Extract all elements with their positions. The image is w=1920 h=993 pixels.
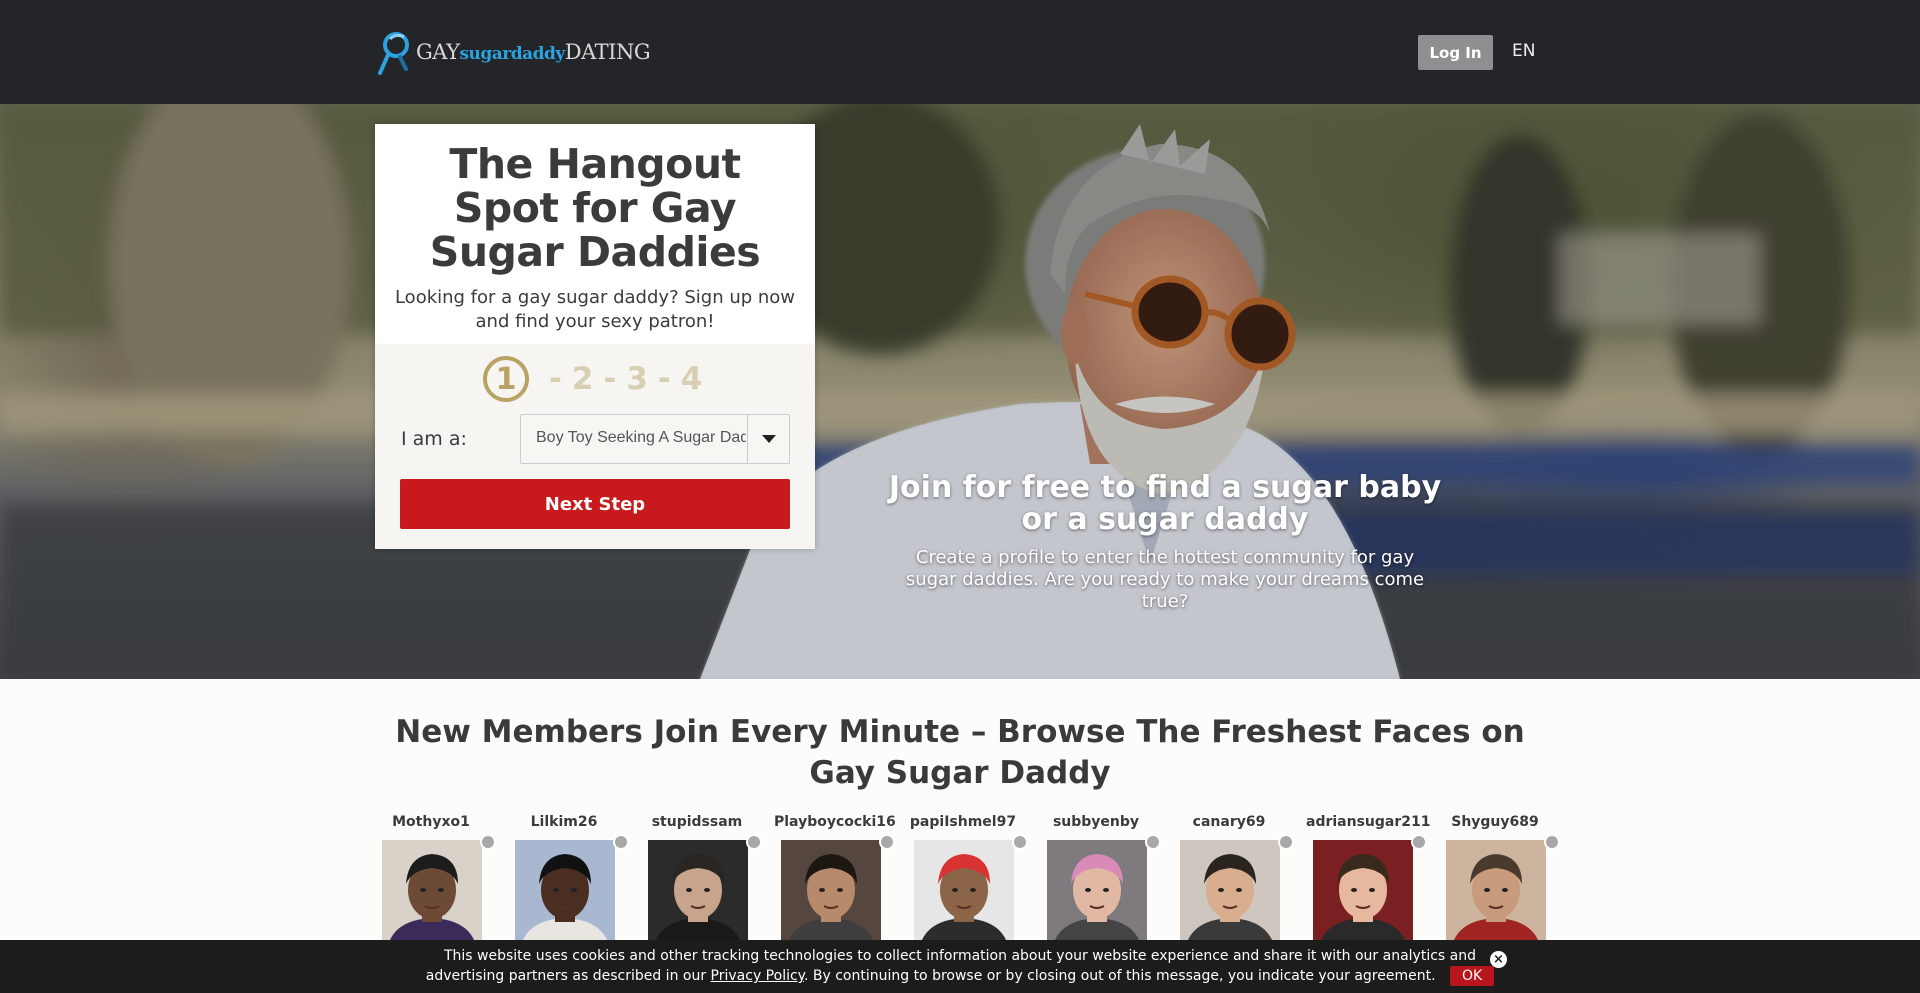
online-status-icon (1278, 834, 1294, 850)
member-card[interactable]: subbyenby (1040, 814, 1161, 950)
signup-subtitle: Looking for a gay sugar daddy? Sign up n… (394, 287, 796, 332)
member-name[interactable]: papiIshmel97 (907, 814, 1019, 832)
member-photo[interactable] (1313, 840, 1413, 950)
cookie-ok-button[interactable]: OK (1450, 966, 1495, 986)
logo-text: GAYsugardaddyDATING (416, 40, 651, 64)
member-card[interactable]: adriansugar211 (1306, 814, 1430, 950)
online-status-icon (613, 834, 629, 850)
member-photo[interactable] (382, 840, 482, 950)
member-photo[interactable] (1446, 840, 1546, 950)
signup-card: The Hangout Spot for Gay Sugar Daddies L… (375, 124, 815, 549)
member-card[interactable]: Playboycocki16 (774, 814, 896, 950)
online-status-icon (879, 834, 895, 850)
privacy-policy-link[interactable]: Privacy Policy (711, 968, 804, 984)
next-step-button[interactable]: Next Step (400, 479, 790, 529)
close-icon[interactable]: × (1490, 951, 1507, 968)
step-3: 3 (626, 361, 648, 397)
step-1-active: 1 (483, 356, 529, 402)
login-button[interactable]: Log In (1418, 35, 1493, 70)
member-name[interactable]: Lilkim26 (508, 814, 620, 832)
iam-label: I am a: (401, 428, 467, 450)
hero-subtitle: Create a profile to enter the hottest co… (905, 547, 1425, 612)
member-card[interactable]: Shyguy689 (1439, 814, 1560, 950)
site-logo[interactable]: GAYsugardaddyDATING (374, 28, 651, 76)
member-name[interactable]: stupidssam (641, 814, 753, 832)
online-status-icon (746, 834, 762, 850)
hero-title: Join for free to find a sugar baby or a … (888, 470, 1442, 537)
member-photo[interactable] (914, 840, 1014, 950)
member-photo[interactable] (781, 840, 881, 950)
online-status-icon (1544, 834, 1560, 850)
cookie-banner: This website uses cookies and other trac… (0, 940, 1920, 993)
step-separator: - (603, 361, 617, 397)
logo-mark-icon (374, 29, 412, 75)
members-heading: New Members Join Every Minute – Browse T… (395, 714, 1525, 791)
member-card[interactable]: papiIshmel97 (907, 814, 1028, 950)
signup-form: 1 - 2 - 3 - 4 I am a: Boy Toy Seeking A … (375, 344, 815, 549)
signup-title: The Hangout Spot for Gay Sugar Daddies (429, 140, 761, 276)
member-name[interactable]: canary69 (1173, 814, 1285, 832)
member-name[interactable]: Playboycocki16 (774, 814, 896, 832)
step-indicator: 1 - 2 - 3 - 4 (483, 356, 702, 402)
step-separator: - (657, 361, 671, 397)
online-status-icon (1411, 834, 1427, 850)
online-status-icon (1145, 834, 1161, 850)
member-photo[interactable] (1180, 840, 1280, 950)
member-photo[interactable] (648, 840, 748, 950)
online-status-icon (480, 834, 496, 850)
step-4: 4 (680, 361, 703, 397)
step-2: 2 (571, 361, 594, 397)
member-card[interactable]: Lilkim26 (508, 814, 629, 950)
member-card[interactable]: stupidssam (641, 814, 762, 950)
member-photo[interactable] (515, 840, 615, 950)
member-name[interactable]: Shyguy689 (1439, 814, 1551, 832)
member-card[interactable]: Mothyxo1 (375, 814, 496, 950)
member-name[interactable]: subbyenby (1040, 814, 1152, 832)
iam-select[interactable]: Boy Toy Seeking A Sugar Daddy (520, 414, 790, 464)
online-status-icon (1012, 834, 1028, 850)
step-separator: - (549, 361, 562, 397)
language-selector[interactable]: EN (1512, 41, 1535, 61)
member-card[interactable]: canary69 (1173, 814, 1294, 950)
iam-select-value: Boy Toy Seeking A Sugar Daddy (536, 429, 746, 446)
member-name[interactable]: Mothyxo1 (375, 814, 487, 832)
site-header: GAYsugardaddyDATING Log In EN (0, 0, 1920, 104)
cookie-text: This website uses cookies and other trac… (420, 947, 1500, 986)
chevron-down-icon[interactable] (747, 415, 789, 463)
member-name[interactable]: adriansugar211 (1306, 814, 1430, 832)
member-photo[interactable] (1047, 840, 1147, 950)
